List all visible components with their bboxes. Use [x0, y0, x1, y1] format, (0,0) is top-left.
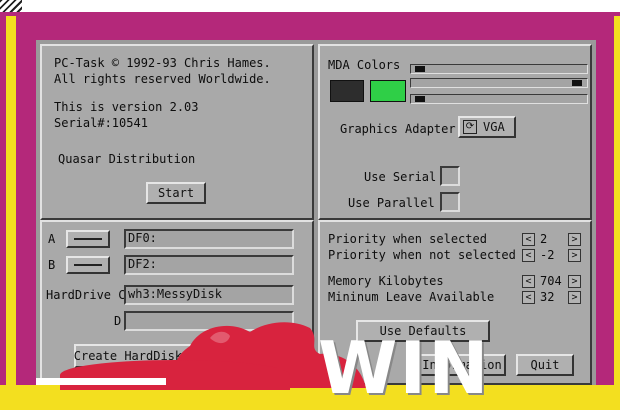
about-panel: PC-Task © 1992-93 Chris Hames. All right… — [40, 44, 314, 220]
cycle-icon: ⟳ — [463, 120, 477, 134]
drive-a-field[interactable]: DF0: — [124, 229, 294, 249]
drive-b-label: B — [48, 258, 56, 272]
quit-button[interactable]: Quit — [516, 354, 574, 376]
page-top-strip — [0, 0, 620, 12]
slider-knob[interactable] — [415, 66, 425, 72]
color-slider-blue[interactable] — [410, 94, 588, 104]
priority-notselected-value: -2 — [540, 248, 555, 262]
priority-selected-increase[interactable]: > — [568, 233, 581, 246]
white-strip — [36, 378, 166, 385]
memory-value: 704 — [540, 274, 562, 288]
drive-b-toggle[interactable] — [66, 256, 110, 274]
minleave-decrease[interactable]: < — [522, 291, 535, 304]
minleave-increase[interactable]: > — [568, 291, 581, 304]
harddrive-d-label: D — [114, 314, 122, 328]
graphics-adapter-label: Graphics Adapter — [340, 122, 456, 136]
use-serial-checkbox[interactable] — [440, 166, 460, 186]
priority-notselected-label: Priority when not selected — [328, 248, 516, 262]
drive-a-label: A — [48, 232, 56, 246]
mda-colors-label: MDA Colors — [328, 58, 401, 72]
memory-label: Memory Kilobytes — [328, 274, 444, 288]
minleave-value: 32 — [540, 290, 555, 304]
color-slider-green[interactable] — [410, 78, 588, 88]
slider-knob[interactable] — [572, 80, 582, 86]
red-swoosh — [60, 360, 290, 390]
version-text: This is version 2.03 — [54, 100, 199, 114]
yellow-frame-left — [6, 16, 16, 385]
serial-text: Serial#:10541 — [54, 116, 148, 130]
graphics-adapter-value: VGA — [483, 120, 505, 134]
drive-a-toggle[interactable] — [66, 230, 110, 248]
mda-foreground-swatch[interactable] — [370, 80, 406, 102]
graphics-adapter-cycle[interactable]: ⟳ VGA — [458, 116, 516, 138]
slider-knob[interactable] — [415, 96, 425, 102]
harddrive-c-field[interactable]: wh3:MessyDisk — [124, 285, 294, 305]
memory-decrease[interactable]: < — [522, 275, 535, 288]
use-parallel-label: Use Parallel — [348, 196, 435, 210]
priority-selected-label: Priority when selected — [328, 232, 487, 246]
priority-notselected-increase[interactable]: > — [568, 249, 581, 262]
use-serial-label: Use Serial — [364, 170, 437, 184]
win-logo: WIN — [318, 326, 491, 410]
drive-b-field[interactable]: DF2: — [124, 255, 294, 275]
use-parallel-checkbox[interactable] — [440, 192, 460, 212]
minleave-label: Mininum Leave Available — [328, 290, 495, 304]
display-panel: MDA Colors Graphics Adapter ⟳ VGA Use Se… — [318, 44, 592, 220]
distributor-text: Quasar Distribution — [58, 152, 196, 166]
start-button[interactable]: Start — [146, 182, 206, 204]
priority-notselected-decrease[interactable]: < — [522, 249, 535, 262]
mda-background-swatch[interactable] — [330, 80, 364, 102]
harddrive-c-label: HardDrive C — [46, 288, 126, 302]
priority-selected-value: 2 — [540, 232, 548, 246]
memory-increase[interactable]: > — [568, 275, 581, 288]
copyright-line: PC-Task © 1992-93 Chris Hames. — [54, 56, 271, 70]
priority-selected-decrease[interactable]: < — [522, 233, 535, 246]
color-slider-red[interactable] — [410, 64, 588, 74]
rights-line: All rights reserved Worldwide. — [54, 72, 271, 86]
